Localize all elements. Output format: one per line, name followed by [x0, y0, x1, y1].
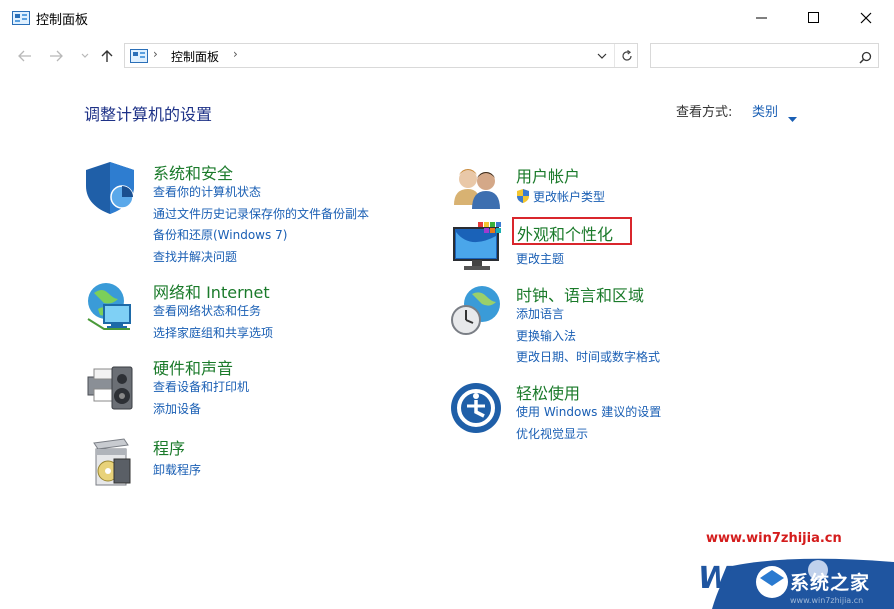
programs-icon[interactable]: [84, 435, 136, 487]
ease-of-access-icon[interactable]: [450, 380, 502, 433]
window-title: 控制面板: [36, 13, 89, 28]
close-button[interactable]: [843, 0, 889, 36]
watermark-site-text: www.win7zhijia.cn: [706, 531, 842, 546]
link-uninstall-program[interactable]: 卸载程序: [153, 461, 201, 478]
search-input[interactable]: [650, 43, 879, 68]
view-by-label: 查看方式:: [676, 105, 733, 120]
link-add-device[interactable]: 添加设备: [153, 400, 201, 417]
refresh-button[interactable]: [614, 44, 638, 67]
network-globe-icon[interactable]: [84, 279, 136, 331]
control-panel-icon: [130, 48, 148, 67]
watermark-brand: 系统之家: [790, 572, 871, 594]
link-troubleshoot[interactable]: 查找并解决问题: [153, 248, 237, 265]
category-title-programs[interactable]: 程序: [153, 435, 185, 459]
address-bar[interactable]: › 控制面板 ›: [124, 43, 638, 68]
link-homegroup-sharing[interactable]: 选择家庭组和共享选项: [153, 324, 273, 341]
minimize-button[interactable]: [739, 0, 785, 36]
address-dropdown-button[interactable]: [591, 44, 613, 67]
category-title-clock-language-region[interactable]: 时钟、语言和区域: [516, 282, 644, 306]
users-icon[interactable]: [450, 163, 502, 215]
printer-speaker-icon[interactable]: [84, 355, 136, 410]
category-title-network-internet[interactable]: 网络和 Internet: [153, 279, 270, 303]
maximize-button[interactable]: [791, 0, 837, 36]
breadcrumb-control-panel[interactable]: 控制面板: [171, 48, 219, 65]
control-panel-icon: [12, 10, 30, 25]
link-change-account-type[interactable]: 更改帐户类型: [533, 188, 605, 205]
caret-down-icon[interactable]: [788, 107, 797, 126]
link-optimize-visual-display[interactable]: 优化视觉显示: [516, 425, 588, 442]
page-title: 调整计算机的设置: [84, 105, 213, 124]
svg-text:W: W: [698, 561, 733, 596]
link-network-status[interactable]: 查看网络状态和任务: [153, 302, 261, 319]
chevron-right-icon[interactable]: ›: [233, 47, 238, 61]
link-view-computer-status[interactable]: 查看你的计算机状态: [153, 183, 261, 200]
category-title-appearance-personalization[interactable]: 外观和个性化: [517, 221, 613, 245]
link-change-theme[interactable]: 更改主题: [516, 250, 564, 267]
shield-icon[interactable]: [84, 160, 136, 214]
view-by-dropdown[interactable]: 类别: [752, 101, 778, 120]
watermark-url: www.win7zhijia.cn: [790, 596, 864, 605]
link-add-language[interactable]: 添加语言: [516, 305, 564, 322]
forward-button[interactable]: [45, 44, 67, 68]
category-title-system-security[interactable]: 系统和安全: [153, 160, 233, 184]
link-backup-restore[interactable]: 备份和还原(Windows 7): [153, 226, 287, 243]
uac-shield-icon: [516, 188, 530, 208]
title-bar: 控制面板: [0, 0, 894, 36]
link-file-history-backup[interactable]: 通过文件历史记录保存你的文件备份副本: [153, 205, 369, 222]
recent-locations-button[interactable]: [74, 44, 96, 68]
category-title-hardware-sound[interactable]: 硬件和声音: [153, 355, 233, 379]
link-devices-printers[interactable]: 查看设备和打印机: [153, 378, 249, 395]
link-change-input-method[interactable]: 更换输入法: [516, 327, 576, 344]
monitor-palette-icon[interactable]: [450, 220, 502, 272]
search-icon[interactable]: [859, 49, 872, 68]
clock-globe-icon[interactable]: [450, 282, 502, 335]
link-windows-recommended-settings[interactable]: 使用 Windows 建议的设置: [516, 403, 661, 420]
category-title-user-accounts[interactable]: 用户帐户: [516, 163, 580, 187]
up-button[interactable]: [96, 44, 118, 68]
back-button[interactable]: [14, 44, 36, 68]
link-change-date-time-format[interactable]: 更改日期、时间或数字格式: [516, 348, 660, 365]
category-title-ease-of-access[interactable]: 轻松使用: [516, 380, 580, 404]
chevron-right-icon[interactable]: ›: [153, 47, 158, 61]
